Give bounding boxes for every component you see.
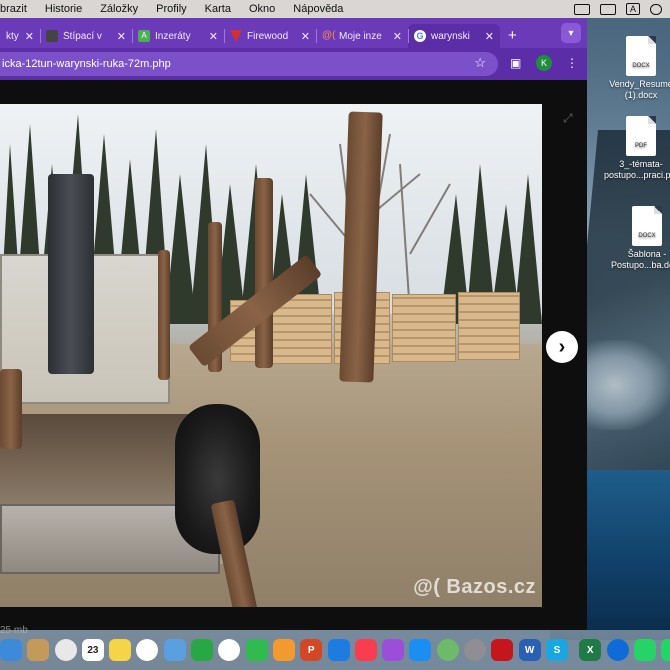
tab-title: Štípací v — [63, 30, 102, 42]
status-area: A — [573, 0, 670, 18]
podcasts-icon[interactable] — [382, 639, 405, 661]
pdf-file-icon: PDF — [626, 116, 656, 156]
reminders-icon[interactable] — [136, 639, 159, 661]
excel-icon[interactable]: X — [579, 639, 602, 661]
pages-icon[interactable] — [272, 639, 295, 661]
url-field[interactable]: icka-12tun-warynski-ruka-72m.php ☆ — [0, 52, 498, 76]
more-menu-icon[interactable]: ⋮ — [566, 56, 578, 70]
tab-title: kty — [6, 30, 19, 42]
menu-bar: brazit Historie Záložky Profily Karta Ok… — [0, 0, 670, 18]
stake — [0, 369, 22, 449]
listing-photo[interactable]: @( Bazos.cz — [0, 104, 542, 607]
keynote-icon[interactable] — [327, 639, 350, 661]
facetime-icon[interactable] — [245, 639, 268, 661]
favicon-icon — [230, 30, 242, 42]
desktop-file-label: Vendy_Resume (1).docx — [609, 79, 670, 100]
tab-bar: kty ✕ Štípací v ✕ A Inzeráty ✕ Firewood … — [0, 18, 587, 48]
maps-app-icon[interactable] — [436, 639, 459, 661]
input-source-indicator[interactable]: A — [625, 3, 640, 15]
tab-6-active[interactable]: G warynski ✕ — [408, 24, 500, 48]
battery-icon[interactable] — [599, 3, 616, 15]
tab-title: Inzeráty — [155, 30, 191, 42]
desktop-file-label: Šablona - Postupo...ba.docx — [610, 249, 670, 270]
bazos-watermark: @( Bazos.cz — [413, 576, 536, 598]
acrobat-icon[interactable] — [491, 639, 514, 661]
tab-1[interactable]: kty ✕ — [0, 24, 40, 48]
close-icon[interactable]: ✕ — [19, 30, 34, 43]
tab-title: warynski — [431, 30, 470, 42]
menu-item-okno[interactable]: Okno — [249, 3, 275, 15]
crane-arm — [48, 174, 94, 374]
menu-item-profily[interactable]: Profily — [156, 3, 187, 15]
close-icon[interactable]: ✕ — [479, 30, 494, 43]
menu-item-zobrazit[interactable]: brazit — [0, 3, 27, 15]
favicon-icon: @( — [322, 30, 336, 41]
pallet-stack — [392, 294, 456, 362]
powerpoint-icon[interactable]: P — [300, 639, 323, 661]
side-panel-icon[interactable]: ▣ — [510, 56, 521, 70]
music-icon[interactable] — [354, 639, 377, 661]
tab-4[interactable]: Firewood ✕ — [224, 24, 316, 48]
close-icon[interactable]: ✕ — [295, 30, 310, 43]
chrome-icon[interactable] — [54, 639, 77, 661]
favicon-icon — [46, 30, 58, 42]
screen-mirror-icon[interactable] — [573, 3, 590, 15]
menu-item-karta[interactable]: Karta — [205, 3, 231, 15]
fullscreen-icon[interactable]: ⤢ — [563, 111, 577, 125]
skype-icon[interactable]: S — [545, 639, 568, 661]
menu-item-historie[interactable]: Historie — [45, 3, 82, 15]
tab-3[interactable]: A Inzeráty ✕ — [132, 24, 224, 48]
calendar-icon[interactable]: 23 — [81, 639, 104, 661]
tab-title: Moje inze — [339, 30, 382, 42]
tab-5[interactable]: @( Moje inze ✕ — [316, 24, 408, 48]
tab-search-button[interactable]: ▾ — [561, 23, 581, 43]
google-icon: G — [414, 30, 426, 42]
menu-item-napoveda[interactable]: Nápověda — [293, 3, 343, 15]
finder-icon[interactable] — [0, 639, 22, 661]
tab-2[interactable]: Štípací v ✕ — [40, 24, 132, 48]
desktop-file-label: 3_-témata-postupo...praci.pdf — [603, 159, 670, 180]
next-photo-button[interactable]: › — [546, 331, 578, 363]
docx-file-icon: DOCX — [632, 206, 662, 246]
settings-icon[interactable] — [464, 639, 487, 661]
appstore-icon[interactable] — [409, 639, 432, 661]
whatsapp2-icon[interactable] — [661, 639, 670, 661]
url-text: icka-12tun-warynski-ruka-72m.php — [2, 58, 171, 70]
menu-item-zalozky[interactable]: Záložky — [100, 3, 138, 15]
docx-file-icon: DOCX — [626, 36, 656, 76]
close-icon[interactable]: ✕ — [111, 30, 126, 43]
dock: 23 P W S X — [0, 630, 670, 670]
notes-icon[interactable] — [109, 639, 132, 661]
stake — [255, 178, 273, 368]
bookmark-star-icon[interactable]: ☆ — [474, 55, 486, 71]
whatsapp-icon[interactable] — [633, 639, 656, 661]
close-icon[interactable]: ✕ — [203, 30, 218, 43]
photos-icon[interactable] — [218, 639, 241, 661]
wood-icon[interactable] — [27, 639, 50, 661]
address-bar: icka-12tun-warynski-ruka-72m.php ☆ ▣ K ⋮ — [0, 48, 587, 80]
page-content: @( Bazos.cz ⤢ › 25 mb — [0, 80, 587, 636]
pallet-stack — [458, 292, 520, 360]
tab-title: Firewood — [247, 30, 289, 42]
new-tab-button[interactable]: + — [508, 27, 517, 44]
control-center-icon[interactable] — [650, 3, 662, 15]
desktop-file-resume[interactable]: DOCX Vendy_Resume (1).docx — [598, 36, 670, 101]
desktop-file-sablona[interactable]: DOCX Šablona - Postupo...ba.docx — [604, 206, 670, 271]
profile-avatar[interactable]: K — [536, 55, 552, 71]
numbers-icon[interactable] — [191, 639, 214, 661]
word-icon[interactable]: W — [518, 639, 541, 661]
close-icon[interactable]: ✕ — [387, 30, 402, 43]
browser-window: kty ✕ Štípací v ✕ A Inzeráty ✕ Firewood … — [0, 18, 587, 636]
favicon-icon: A — [138, 30, 150, 42]
stake — [158, 250, 170, 380]
teamviewer-icon[interactable] — [606, 639, 629, 661]
maps-icon[interactable] — [163, 639, 186, 661]
desktop-file-temata[interactable]: PDF 3_-témata-postupo...praci.pdf — [598, 116, 670, 181]
